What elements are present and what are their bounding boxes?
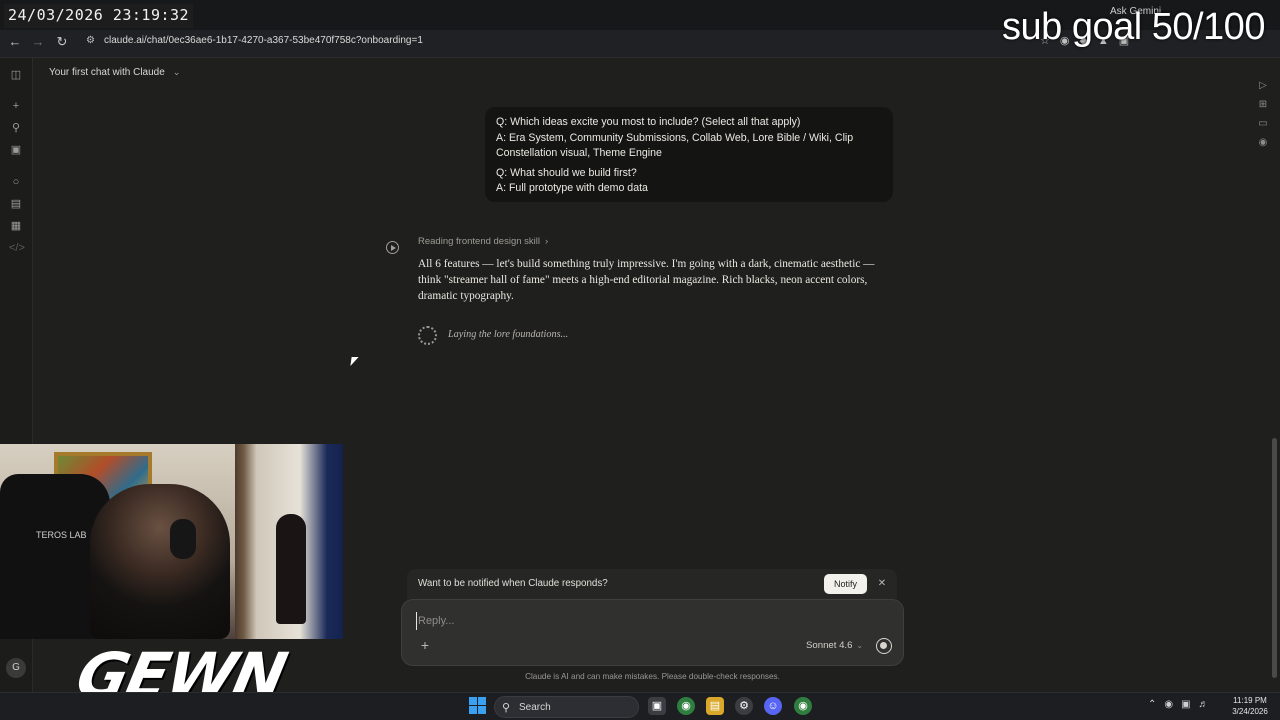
back-icon[interactable]: ←: [8, 35, 22, 49]
scrollbar-thumb[interactable]: [1272, 438, 1277, 678]
play-icon[interactable]: ▷: [1256, 80, 1270, 99]
webcam-overlay: TEROS LAB: [0, 444, 343, 639]
chat-title: Your first chat with Claude: [49, 67, 165, 78]
model-selector[interactable]: Sonnet 4.6 ⌄: [806, 640, 863, 651]
subgoal-overlay: sub goal 50/100: [1002, 6, 1265, 48]
composer: + Sonnet 4.6⌄: [401, 599, 904, 666]
clock-date: 3/24/2026: [1232, 707, 1268, 716]
add-attachment-icon[interactable]: +: [418, 638, 432, 652]
assistant-message: All 6 features — let's build something t…: [418, 258, 875, 303]
skill-indicator[interactable]: Reading frontend design skill ›: [418, 236, 548, 247]
address-bar[interactable]: ⚙ claude.ai/chat/0ec36ae6-1b17-4270-a367…: [80, 32, 1020, 52]
user-message: Q: Which ideas excite you most to includ…: [485, 107, 893, 202]
artifacts-icon[interactable]: ▤: [9, 197, 23, 211]
projects-icon[interactable]: ▣: [9, 143, 23, 157]
chrome-profile-icon[interactable]: ◉: [794, 697, 812, 715]
file-explorer-icon[interactable]: ▤: [706, 697, 724, 715]
forward-icon[interactable]: →: [31, 35, 45, 49]
steam-icon[interactable]: ⚙: [735, 697, 753, 715]
mic-icon[interactable]: ◉: [1256, 137, 1270, 156]
tool-run-icon[interactable]: [386, 241, 399, 254]
chevron-right-icon: ›: [545, 236, 549, 247]
code-icon[interactable]: </>: [9, 241, 25, 255]
notify-button[interactable]: Notify: [824, 574, 867, 594]
system-tray-icons[interactable]: ⌃◉▣♬: [1148, 699, 1217, 710]
loading-spinner-icon: [418, 326, 437, 345]
chevron-down-icon: ⌄: [856, 641, 864, 650]
user-message-line: A: Full prototype with demo data: [496, 182, 648, 194]
search-icon: ⚲: [502, 702, 511, 714]
model-name: Sonnet 4.6: [806, 640, 853, 651]
comment-icon[interactable]: ▭: [1256, 118, 1270, 137]
windows-start-icon[interactable]: [469, 697, 487, 715]
new-chat-icon[interactable]: +: [9, 99, 23, 113]
address-url[interactable]: claude.ai/chat/0ec36ae6-1b17-4270-a367-5…: [104, 35, 423, 46]
avatar[interactable]: G: [6, 658, 26, 678]
notify-question: Want to be notified when Claude responds…: [418, 578, 608, 589]
skill-label: Reading frontend design skill: [418, 236, 540, 247]
user-message-line: Q: Which ideas excite you most to includ…: [496, 116, 801, 128]
reload-icon[interactable]: ↻: [55, 35, 69, 49]
webcam-background-person: [276, 514, 306, 624]
taskbar-search[interactable]: ⚲ Search: [494, 696, 639, 718]
voice-mode-icon[interactable]: [876, 638, 892, 654]
mouse-cursor-icon: [350, 357, 359, 366]
notify-banner: Want to be notified when Claude responds…: [407, 569, 897, 599]
close-icon[interactable]: ✕: [875, 577, 889, 591]
sidebar-toggle-icon[interactable]: ◫: [9, 68, 23, 82]
search-icon[interactable]: ⚲: [9, 121, 23, 135]
headphones: [170, 519, 196, 559]
site-info-icon[interactable]: ⚙: [86, 35, 98, 47]
taskbar: ⚲ Search ▣ ◉ ▤ ⚙ ☺ ◉ ⌃◉▣♬ 11:19 PM 3/24/…: [0, 692, 1280, 720]
webcam-person: [90, 484, 230, 639]
user-message-line: A: Era System, Community Submissions, Co…: [496, 131, 854, 160]
discord-icon[interactable]: ☺: [764, 697, 782, 715]
chair-logo: TEROS LAB: [36, 530, 87, 540]
timestamp-overlay: 24/03/2026 23:19:32: [4, 4, 194, 28]
taskbar-search-label: Search: [519, 702, 551, 713]
taskbar-clock[interactable]: 11:19 PM 3/24/2026: [1228, 695, 1272, 717]
chat-title-dropdown[interactable]: Your first chat with Claude ⌄: [49, 67, 180, 78]
chats-icon[interactable]: ○: [9, 175, 23, 189]
reply-input[interactable]: [416, 612, 886, 630]
user-message-line: Q: What should we build first?: [496, 166, 637, 179]
chevron-down-icon: ⌄: [172, 67, 181, 77]
chrome-icon[interactable]: ◉: [677, 697, 695, 715]
share-icon[interactable]: ⊞: [1256, 99, 1270, 118]
task-view-icon[interactable]: ▣: [648, 697, 666, 715]
disclaimer: Claude is AI and can make mistakes. Plea…: [525, 672, 780, 681]
right-rail: ▷ ⊞ ▭ ◉: [1256, 80, 1270, 156]
status-text: Laying the lore foundations...: [448, 329, 569, 340]
apps-icon[interactable]: ▦: [9, 219, 23, 233]
clock-time: 11:19 PM: [1233, 696, 1267, 705]
